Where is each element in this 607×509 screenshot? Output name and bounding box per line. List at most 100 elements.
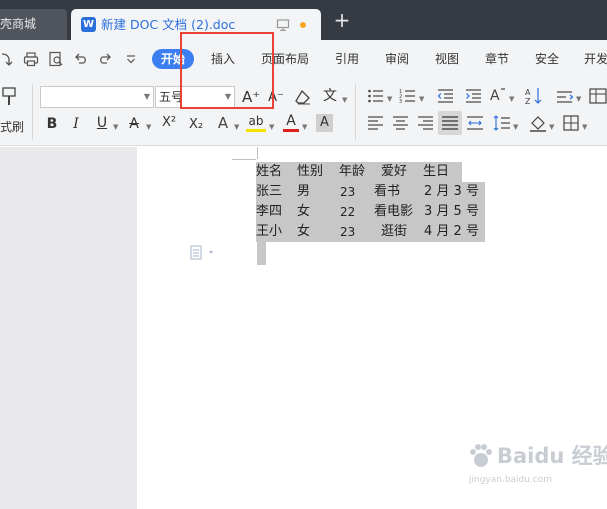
show-hide-marks-icon[interactable] bbox=[556, 88, 574, 104]
paragraph-options-icon[interactable] bbox=[190, 245, 214, 261]
menu-references[interactable]: 引用 bbox=[335, 51, 359, 67]
increase-indent-icon[interactable] bbox=[465, 88, 482, 104]
table-cell[interactable]: 3 月 5 号 bbox=[424, 202, 479, 222]
svg-text:3: 3 bbox=[399, 99, 402, 104]
menu-developer[interactable]: 开发 bbox=[584, 51, 607, 67]
align-center-icon[interactable] bbox=[392, 115, 409, 131]
print-preview-icon[interactable] bbox=[48, 51, 64, 67]
chevron-down-icon[interactable]: ▼ bbox=[113, 123, 118, 131]
line-spacing-icon[interactable] bbox=[493, 114, 511, 132]
svg-text:A: A bbox=[490, 88, 500, 104]
writer-doc-icon: W bbox=[81, 17, 96, 32]
table-header-cell[interactable]: 生日 bbox=[423, 162, 449, 182]
print-icon[interactable] bbox=[23, 51, 39, 67]
table-cell[interactable]: 男 bbox=[297, 182, 310, 202]
numbered-list-icon[interactable]: 123 bbox=[399, 88, 417, 104]
table-cell[interactable]: 看电影 bbox=[374, 202, 413, 222]
chevron-down-icon[interactable]: ▼ bbox=[387, 95, 392, 103]
text-effect-button[interactable]: A bbox=[214, 114, 232, 132]
superscript-button[interactable]: X² bbox=[158, 114, 180, 132]
table-cell[interactable]: 李四 bbox=[256, 202, 282, 222]
borders-icon[interactable] bbox=[562, 114, 580, 132]
svg-text:A: A bbox=[525, 88, 531, 97]
chevron-down-icon[interactable]: ▼ bbox=[342, 96, 347, 104]
bullet-list-icon[interactable] bbox=[367, 88, 385, 104]
justify-icon[interactable] bbox=[438, 111, 462, 135]
table-cell[interactable]: 23 bbox=[340, 222, 355, 242]
text-direction-icon[interactable]: A bbox=[489, 87, 507, 105]
table-cell[interactable]: 王小 bbox=[256, 222, 282, 242]
table-cell[interactable]: 女 bbox=[297, 222, 310, 242]
table-cell[interactable]: 2 月 3 号 bbox=[424, 182, 479, 202]
bold-button[interactable]: B bbox=[44, 115, 60, 133]
chevron-down-icon[interactable]: ▼ bbox=[419, 95, 424, 103]
redo-icon[interactable] bbox=[97, 51, 113, 67]
subscript-button[interactable]: X₂ bbox=[185, 116, 207, 134]
new-tab-button[interactable]: + bbox=[333, 10, 351, 30]
tab-other[interactable]: 壳商城 bbox=[0, 9, 67, 40]
table-cell[interactable]: 4 月 2 号 bbox=[424, 222, 479, 242]
table-cell[interactable]: 23 bbox=[340, 182, 355, 202]
undo-icon[interactable] bbox=[73, 51, 89, 67]
character-shading-button[interactable]: A bbox=[316, 114, 333, 132]
italic-button[interactable]: I bbox=[69, 115, 83, 133]
margin-marker bbox=[232, 159, 256, 160]
chevron-down-icon[interactable]: ▼ bbox=[513, 123, 518, 131]
distributed-align-icon[interactable] bbox=[466, 115, 484, 131]
table-cell[interactable]: 女 bbox=[297, 202, 310, 222]
menu-security[interactable]: 安全 bbox=[535, 51, 559, 67]
shading-bucket-icon[interactable] bbox=[529, 114, 547, 132]
chevron-down-icon[interactable]: ▼ bbox=[549, 123, 554, 131]
svg-text:Z: Z bbox=[525, 97, 531, 106]
chevron-down-icon[interactable]: ▼ bbox=[302, 123, 307, 131]
chevron-down-icon[interactable]: ▼ bbox=[269, 123, 274, 131]
text-selection bbox=[257, 242, 266, 265]
strikethrough-button[interactable]: A bbox=[126, 115, 142, 133]
baidu-paw-logo-icon bbox=[470, 444, 492, 467]
table-icon[interactable] bbox=[589, 87, 607, 105]
font-color-button[interactable]: A bbox=[283, 114, 299, 132]
clear-format-icon[interactable] bbox=[294, 89, 312, 105]
table-cell[interactable]: 看书 bbox=[374, 182, 400, 202]
chevron-down-icon[interactable]: ▼ bbox=[234, 123, 239, 131]
menu-bar: 开始 插入 页面布局 引用 审阅 视图 章节 安全 开发 bbox=[0, 40, 607, 78]
format-painter-icon[interactable] bbox=[0, 86, 18, 108]
menu-review[interactable]: 审阅 bbox=[385, 51, 409, 67]
share-icon[interactable] bbox=[0, 51, 16, 67]
format-painter-label[interactable]: 式刷 bbox=[0, 118, 24, 135]
highlight-button[interactable]: ab bbox=[246, 114, 266, 132]
menu-chapter[interactable]: 章节 bbox=[485, 51, 509, 67]
annotation-highlight-box bbox=[180, 32, 274, 109]
sort-icon[interactable]: A Z bbox=[525, 86, 543, 106]
underline-button[interactable]: U bbox=[94, 114, 110, 132]
chevron-down-icon[interactable]: ▼ bbox=[509, 95, 514, 103]
watermark-url: jingyan.baidu.com bbox=[469, 475, 553, 485]
phonetic-guide-button[interactable]: 文 bbox=[320, 87, 340, 105]
table-header-cell[interactable]: 爱好 bbox=[381, 162, 407, 182]
align-left-icon[interactable] bbox=[367, 115, 384, 131]
baidu-watermark: Baidu 经验 jingyan.baidu.com bbox=[467, 440, 607, 495]
customize-toolbar-icon[interactable] bbox=[123, 51, 139, 67]
table-cell[interactable]: 逛街 bbox=[381, 222, 407, 242]
monitor-icon[interactable] bbox=[276, 18, 290, 32]
chevron-down-icon[interactable]: ▼ bbox=[582, 123, 587, 131]
table-header-cell[interactable]: 姓名 bbox=[256, 162, 282, 182]
font-name-combo[interactable]: ▼ bbox=[40, 86, 154, 108]
decrease-indent-icon[interactable] bbox=[437, 88, 454, 104]
ribbon-separator bbox=[32, 84, 33, 140]
watermark-text: Baidu 经验 bbox=[497, 444, 607, 468]
chevron-down-icon[interactable]: ▼ bbox=[146, 123, 151, 131]
align-right-icon[interactable] bbox=[417, 115, 434, 131]
menu-view[interactable]: 视图 bbox=[435, 51, 459, 67]
chevron-down-icon[interactable]: ▼ bbox=[576, 95, 581, 103]
table-cell[interactable]: 22 bbox=[340, 202, 355, 222]
margin-marker bbox=[257, 147, 258, 159]
ribbon-separator bbox=[355, 84, 356, 140]
table-header-cell[interactable]: 年龄 bbox=[339, 162, 365, 182]
tab-bar: 壳商城 W 新建 DOC 文档 (2).doc + bbox=[0, 0, 607, 40]
chevron-down-icon[interactable]: ▼ bbox=[144, 87, 150, 107]
unsaved-indicator bbox=[300, 22, 306, 28]
table-header-cell[interactable]: 性别 bbox=[297, 162, 323, 182]
table-cell[interactable]: 张三 bbox=[256, 182, 282, 202]
ribbon-home: 式刷 ▼ 五号 ▼ A⁺ A⁻ 文 ▼ B I U ▼ A ▼ X² X₂ A … bbox=[0, 78, 607, 146]
